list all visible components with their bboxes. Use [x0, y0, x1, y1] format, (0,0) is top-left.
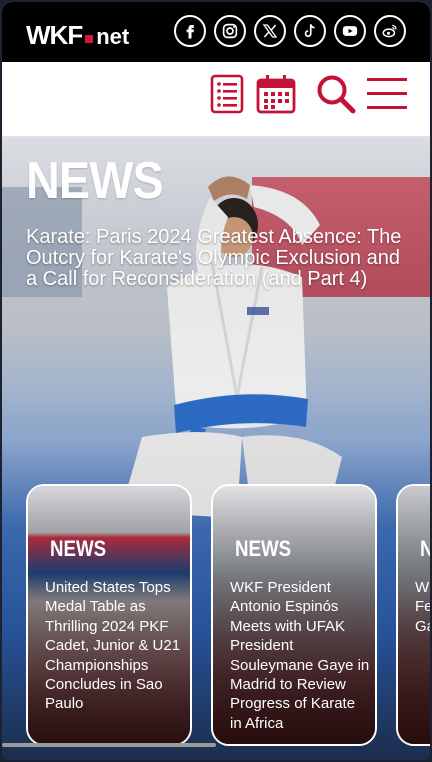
youtube-icon[interactable]: [334, 15, 366, 47]
list-icon[interactable]: [209, 74, 245, 114]
calendar-icon[interactable]: [255, 74, 297, 114]
menu-icon[interactable]: [366, 74, 408, 114]
search-icon[interactable]: [315, 74, 357, 114]
app-frame: WKF net NEWS Karate: Paris 2024 Greatest…: [2, 2, 430, 760]
news-card-category: N: [420, 536, 430, 562]
hero-section[interactable]: NEWS Karate: Paris 2024 Greatest Absence…: [2, 137, 430, 760]
x-icon[interactable]: [254, 15, 286, 47]
news-card-title[interactable]: United States Tops Medal Table as Thrill…: [45, 578, 185, 714]
logo-dot: [85, 35, 94, 43]
hero-category-label: NEWS: [26, 152, 164, 210]
facebook-icon[interactable]: [174, 15, 206, 47]
tiktok-icon[interactable]: [294, 15, 326, 47]
weibo-icon[interactable]: [374, 15, 406, 47]
hero-headline[interactable]: Karate: Paris 2024 Greatest Absence: The…: [26, 227, 416, 290]
news-card[interactable]: NEWS United States Tops Medal Table as T…: [26, 484, 192, 746]
top-bar: WKF net: [2, 2, 430, 62]
news-card[interactable]: N W… Ar… Me… Sc… Fe… Di… Ro… Ga…: [396, 484, 430, 746]
news-card-category: NEWS: [50, 536, 107, 561]
news-card-title[interactable]: WKF President Antonio Espinós Meets with…: [230, 578, 370, 733]
logo-brand: WKF: [26, 20, 83, 50]
news-card-category: NEWS: [235, 536, 292, 561]
news-card[interactable]: NEWS WKF President Antonio Espinós Meets…: [211, 484, 377, 746]
news-card-title[interactable]: W… Ar… Me… Sc… Fe… Di… Ro… Ga…: [415, 578, 430, 636]
horizontal-scrollbar[interactable]: [2, 743, 216, 747]
wkf-logo[interactable]: WKF net: [26, 20, 129, 51]
nav-bar: [2, 62, 430, 137]
logo-suffix: net: [96, 24, 130, 49]
instagram-icon[interactable]: [214, 15, 246, 47]
